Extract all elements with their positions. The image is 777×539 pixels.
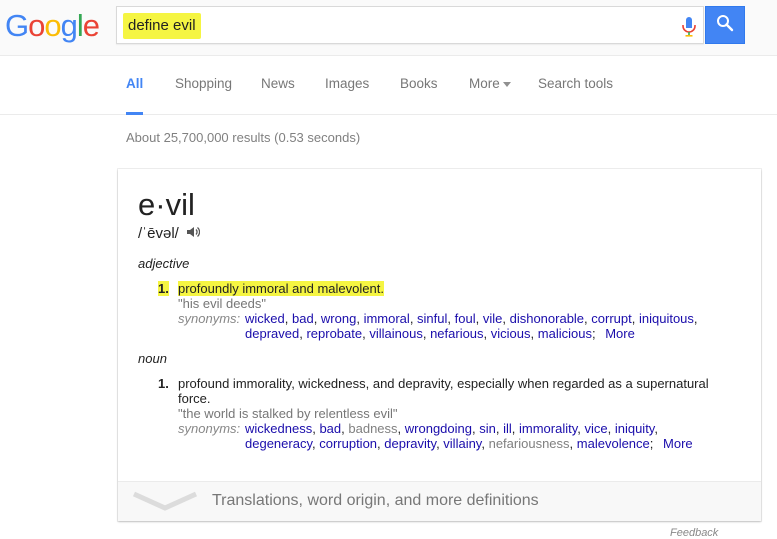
example-sentence: "his evil deeds" <box>178 296 266 311</box>
synonym-link[interactable]: wrong <box>321 311 356 326</box>
dropdown-arrow-icon <box>502 81 511 87</box>
feedback-link[interactable]: Feedback <box>670 527 718 539</box>
phonetic: /ˈēvəl/ <box>138 225 201 243</box>
tab-more[interactable]: More <box>469 76 511 115</box>
synonyms-line: depraved, reprobate, villainous, nefario… <box>245 326 635 341</box>
synonym-link[interactable]: wicked <box>245 311 285 326</box>
synonym-link[interactable]: degeneracy <box>245 436 312 451</box>
logo-letter: G <box>5 8 29 43</box>
definition-text: profound immorality, wickedness, and dep… <box>178 376 709 406</box>
synonym-link[interactable]: malevolence <box>577 436 650 451</box>
part-of-speech: adjective <box>138 256 190 271</box>
google-logo[interactable]: Google <box>5 8 100 44</box>
synonym-text: nefariousness <box>488 436 570 451</box>
tab-more-label: More <box>469 76 500 91</box>
search-tabs: All Shopping News Images Books More Sear… <box>0 57 777 115</box>
synonym-link[interactable]: depraved <box>245 326 299 341</box>
sense-number-text: 1. <box>158 281 169 296</box>
more-synonyms-link[interactable]: More <box>605 326 635 341</box>
logo-letter: g <box>60 8 78 43</box>
search-button[interactable] <box>705 6 745 44</box>
speaker-icon[interactable] <box>186 225 201 243</box>
dictionary-card: e·vil /ˈēvəl/ adjective 1. profoundly im… <box>118 169 761 521</box>
magnifier-icon <box>716 14 734 37</box>
synonym-link[interactable]: immoral <box>364 311 410 326</box>
synonym-link[interactable]: dishonorable <box>510 311 584 326</box>
search-input[interactable]: define evil <box>123 13 201 39</box>
tab-all[interactable]: All <box>126 76 144 115</box>
synonym-link[interactable]: bad <box>292 311 314 326</box>
synonym-link[interactable]: iniquity <box>615 421 655 436</box>
synonym-link[interactable]: ill <box>503 421 512 436</box>
synonyms-line: wickedness, bad, badness, wrongdoing, si… <box>245 421 658 436</box>
synonym-link[interactable]: wrongdoing <box>405 421 472 436</box>
synonym-link[interactable]: corruption <box>319 436 377 451</box>
more-definitions-link[interactable]: Translations, word origin, and more defi… <box>212 492 539 510</box>
tab-search-tools[interactable]: Search tools <box>538 76 613 115</box>
sense-number: 1. <box>158 376 169 391</box>
headword: e·vil <box>138 187 195 222</box>
synonym-text: badness <box>348 421 398 436</box>
synonyms-label: synonyms: <box>178 421 241 436</box>
synonym-link[interactable]: wickedness <box>245 421 312 436</box>
more-definitions-bar[interactable]: Translations, word origin, and more defi… <box>118 481 761 521</box>
logo-letter: o <box>28 8 45 43</box>
tab-news[interactable]: News <box>261 76 295 115</box>
logo-letter: o <box>44 8 61 43</box>
example-sentence: "the world is stalked by relentless evil… <box>178 406 398 421</box>
chevron-down-icon <box>132 490 198 517</box>
definition-text-content: profoundly immoral and malevolent. <box>178 281 384 296</box>
synonym-link[interactable]: bad <box>319 421 341 436</box>
synonym-link[interactable]: nefarious <box>430 326 483 341</box>
definition-text: profoundly immoral and malevolent. <box>178 281 718 296</box>
synonym-link[interactable]: sinful <box>417 311 447 326</box>
header-bar: Google define evil <box>0 0 777 56</box>
synonyms-line: wicked, bad, wrong, immoral, sinful, fou… <box>245 311 698 326</box>
microphone-icon[interactable] <box>679 16 699 37</box>
synonym-link[interactable]: vicious <box>491 326 531 341</box>
search-box: define evil <box>116 6 704 44</box>
synonym-link[interactable]: corrupt <box>591 311 631 326</box>
tab-books[interactable]: Books <box>400 76 438 115</box>
part-of-speech: noun <box>138 351 167 366</box>
results-count: About 25,700,000 results (0.53 seconds) <box>126 130 361 145</box>
synonyms-label: synonyms: <box>178 311 241 326</box>
synonym-link[interactable]: vile <box>483 311 503 326</box>
synonym-link[interactable]: villainous <box>369 326 422 341</box>
synonym-link[interactable]: depravity <box>384 436 436 451</box>
synonym-link[interactable]: foul <box>455 311 476 326</box>
synonym-link[interactable]: malicious <box>538 326 592 341</box>
synonym-link[interactable]: villainy <box>443 436 481 451</box>
synonyms-list: wickedness, bad, badness, wrongdoing, si… <box>245 421 715 451</box>
synonym-link[interactable]: reprobate <box>306 326 362 341</box>
more-synonyms-link[interactable]: More <box>663 436 693 451</box>
synonyms-list: wicked, bad, wrong, immoral, sinful, fou… <box>245 311 715 341</box>
tab-shopping[interactable]: Shopping <box>175 76 232 115</box>
logo-letter: e <box>82 8 100 43</box>
phonetic-text: /ˈēvəl/ <box>138 225 179 242</box>
synonym-link[interactable]: vice <box>584 421 607 436</box>
tab-images[interactable]: Images <box>325 76 369 115</box>
synonyms-line: degeneracy, corruption, depravity, villa… <box>245 436 693 451</box>
sense-number: 1. <box>158 281 169 296</box>
synonym-link[interactable]: immorality <box>519 421 577 436</box>
synonym-link[interactable]: sin <box>479 421 496 436</box>
synonym-link[interactable]: iniquitous <box>639 311 694 326</box>
